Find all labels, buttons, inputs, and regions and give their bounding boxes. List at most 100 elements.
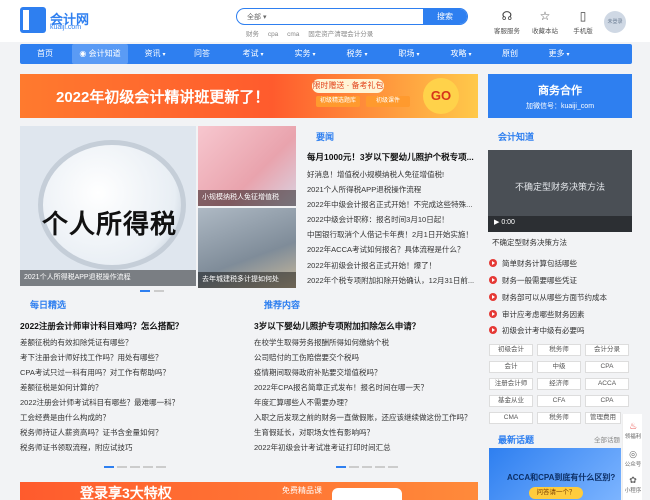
main-slide[interactable]: 个人所得税 2021个人所得税APP退税操作流程 <box>20 126 196 286</box>
list-item[interactable]: 2022年ACCA考试如何报名？具体流程是什么？ <box>307 244 479 255</box>
list-item[interactable]: 2022年初级会计报名正式开始！爆了！ <box>307 260 479 271</box>
slide-thumb-2[interactable]: 去年城建税多计提如何处 <box>198 208 296 288</box>
list-item[interactable]: 差额征税的有效扣除凭证有哪些？ <box>20 337 238 348</box>
nav-career[interactable]: 职场 ▾ <box>388 44 430 64</box>
list-item[interactable]: 好消息！增值税小规模纳税人免征增值税! <box>307 169 479 180</box>
recommend-headline[interactable]: 3岁以下婴幼儿照护专项附加扣除怎么申请？ <box>254 320 420 332</box>
news-headline[interactable]: 每月1000元！3岁以下婴幼儿照护个税专项... <box>307 151 474 163</box>
hot-word[interactable]: 固定资产清理会计分录 <box>308 31 373 38</box>
nav-qa[interactable]: 问答 <box>184 44 220 64</box>
bookmark-button[interactable]: ☆ 收藏本站 <box>525 9 565 35</box>
tag[interactable]: 税务师 <box>537 412 581 424</box>
page-dot[interactable] <box>349 466 359 468</box>
list-item[interactable]: 2022年个税专项附加扣除开始确认，12月31日前... <box>307 275 479 286</box>
tag[interactable]: 会计 <box>489 361 533 373</box>
list-item[interactable]: 中国银行取消个人借记卡年费！2月1日开始实施！ <box>307 229 479 240</box>
login-promo-banner[interactable]: 登录享3大特权 免费精品课 <box>20 482 478 500</box>
tag[interactable]: CPA <box>585 395 629 407</box>
page-dot[interactable] <box>362 466 372 468</box>
customer-service-button[interactable]: ☊ 客服服务 <box>487 9 527 35</box>
mini-program-button[interactable]: ✿ 小程序 <box>623 474 643 494</box>
zhidao-item[interactable]: 财务一般需要哪些凭证 <box>489 275 577 286</box>
official-account-button[interactable]: ◎ 公众号 <box>623 448 643 468</box>
nav-more[interactable]: 更多 ▾ <box>538 44 580 64</box>
page-dot[interactable] <box>143 466 153 468</box>
tag[interactable]: 税务师 <box>537 344 581 356</box>
tag[interactable]: 经济师 <box>537 378 581 390</box>
page-dot[interactable] <box>388 466 398 468</box>
list-item[interactable]: 入职之后发现之前的财务一直做假账，还应该继续做这份工作吗？ <box>254 412 478 423</box>
topic-card[interactable]: ACCA和CPA到底有什么区别? 问答请一个？ <box>489 448 621 500</box>
list-item[interactable]: 2022年CPA报名简章正式发布！报名时间在哪一天？ <box>254 382 478 393</box>
list-item[interactable]: 2022年初级会计考试准考证打印时间汇总 <box>254 442 478 453</box>
tag[interactable]: 注册会计师 <box>489 378 533 390</box>
slide-thumb-1[interactable]: 小规模纳税人免征增值税 <box>198 126 296 206</box>
list-item[interactable]: 公司赔付的工伤赔偿要交个税吗 <box>254 352 478 363</box>
nav-tax[interactable]: 税务 ▾ <box>336 44 378 64</box>
tag[interactable]: 会计分录 <box>585 344 629 356</box>
search-category-select[interactable]: 全部 ▾ <box>247 12 266 22</box>
search-input[interactable] <box>279 10 419 23</box>
list-item[interactable]: 考下注册会计师好找工作吗？用处有哪些？ <box>20 352 238 363</box>
banner-question-bank-button[interactable]: 初级精选题库 <box>316 96 360 107</box>
tag[interactable]: 初级会计 <box>489 344 533 356</box>
list-item[interactable]: 差额征税是如何计算的？ <box>20 382 238 393</box>
tag[interactable]: CMA <box>489 412 533 424</box>
avatar[interactable]: 未登录 <box>604 11 626 33</box>
slide-dot[interactable] <box>140 290 150 292</box>
nav-news[interactable]: 资讯 ▾ <box>134 44 176 64</box>
tag[interactable]: 管理费用 <box>585 412 621 424</box>
nav-home[interactable]: 首页 <box>26 44 64 64</box>
search-button[interactable]: 搜索 <box>423 9 467 24</box>
video-player[interactable]: 不确定型财务决策方法 ▶ 0:00 <box>488 150 632 232</box>
list-item[interactable]: 2021个人所得税APP退税操作流程 <box>307 184 479 195</box>
video-play-control[interactable]: ▶ 0:00 <box>494 218 515 226</box>
course-banner[interactable]: 2022年初级会计精讲班更新了！ 限时赠送 · 备考礼包 初级精选题库 初级课件… <box>20 74 478 118</box>
page-dot[interactable] <box>104 466 114 468</box>
daily-headline[interactable]: 2022注册会计师审计科目难吗？怎么搭配？ <box>20 320 183 332</box>
tag[interactable]: CFA <box>537 395 581 407</box>
page-dot[interactable] <box>156 466 166 468</box>
list-item[interactable]: 2022年中级会计报名正式开始！不完成这些特殊... <box>307 199 479 210</box>
nav-guide[interactable]: 攻略 ▾ <box>440 44 482 64</box>
zhidao-item[interactable]: 财务部可以从哪些方面节约成本 <box>489 292 607 303</box>
topic-card-button[interactable]: 问答请一个？ <box>529 487 583 499</box>
list-item[interactable]: 税务师持证人薪资高吗？证书含金量如何？ <box>20 427 238 438</box>
nav-original[interactable]: 原创 <box>492 44 528 64</box>
page-dot[interactable] <box>336 466 346 468</box>
hot-word[interactable]: cpa <box>268 31 278 38</box>
zhidao-item[interactable]: 审计应考虑哪些财务因素 <box>489 309 585 320</box>
all-topics-link[interactable]: 全部话题 <box>594 434 620 444</box>
nav-practice[interactable]: 实务 ▾ <box>284 44 326 64</box>
video-caption[interactable]: 不确定型财务决策方法 <box>492 237 632 248</box>
tag[interactable]: ACCA <box>585 378 629 390</box>
slide-dot[interactable] <box>154 290 164 292</box>
welfare-button[interactable]: ♨ 领福利 <box>623 420 643 440</box>
page-dot[interactable] <box>375 466 385 468</box>
hot-word[interactable]: 财务 <box>246 31 259 38</box>
banner-courseware-button[interactable]: 初级课件 <box>366 96 410 107</box>
tag[interactable]: 中级 <box>537 361 581 373</box>
list-item[interactable]: 年度汇算哪些人不需要办理？ <box>254 397 478 408</box>
nav-kuaiji-zhidao[interactable]: ◉ 会计知道 <box>72 44 128 64</box>
list-item[interactable]: 税务师证书领取流程，附应试技巧 <box>20 442 238 453</box>
tag[interactable]: CPA <box>585 361 629 373</box>
zhidao-item[interactable]: 初级会计考中级有必要吗 <box>489 325 585 336</box>
list-item[interactable]: 工会经费是由什么构成的？ <box>20 412 238 423</box>
list-item[interactable]: 2022中级会计职称：报名时间3月10日起！ <box>307 214 479 225</box>
list-item[interactable]: 生育假延长，对职场女性有影响吗？ <box>254 427 478 438</box>
site-logo[interactable]: 会计网 kuaiji.com <box>20 7 98 35</box>
tag[interactable]: 基金从业 <box>489 395 533 407</box>
list-item[interactable]: 疫情期间取得政府补贴要交增值税吗？ <box>254 367 478 378</box>
nav-exam[interactable]: 考试 ▾ <box>232 44 274 64</box>
list-item[interactable]: CPA考试只过一科有用吗？对工作有帮助吗？ <box>20 367 238 378</box>
banner-go-button[interactable]: GO <box>423 78 459 114</box>
page-dot[interactable] <box>130 466 140 468</box>
hot-word[interactable]: cma <box>287 31 299 38</box>
business-cooperation-banner[interactable]: 商务合作 加微信号：kuaiji_com <box>488 74 632 118</box>
page-dot[interactable] <box>117 466 127 468</box>
list-item[interactable]: 在校学生取得劳务报酬所得如何缴纳个税 <box>254 337 478 348</box>
list-item[interactable]: 2022注册会计师考试科目有哪些？最难哪一科？ <box>20 397 238 408</box>
mobile-version-button[interactable]: ▯ 手机版 <box>563 9 603 35</box>
zhidao-item[interactable]: 简单财务计算包括哪些 <box>489 258 577 269</box>
